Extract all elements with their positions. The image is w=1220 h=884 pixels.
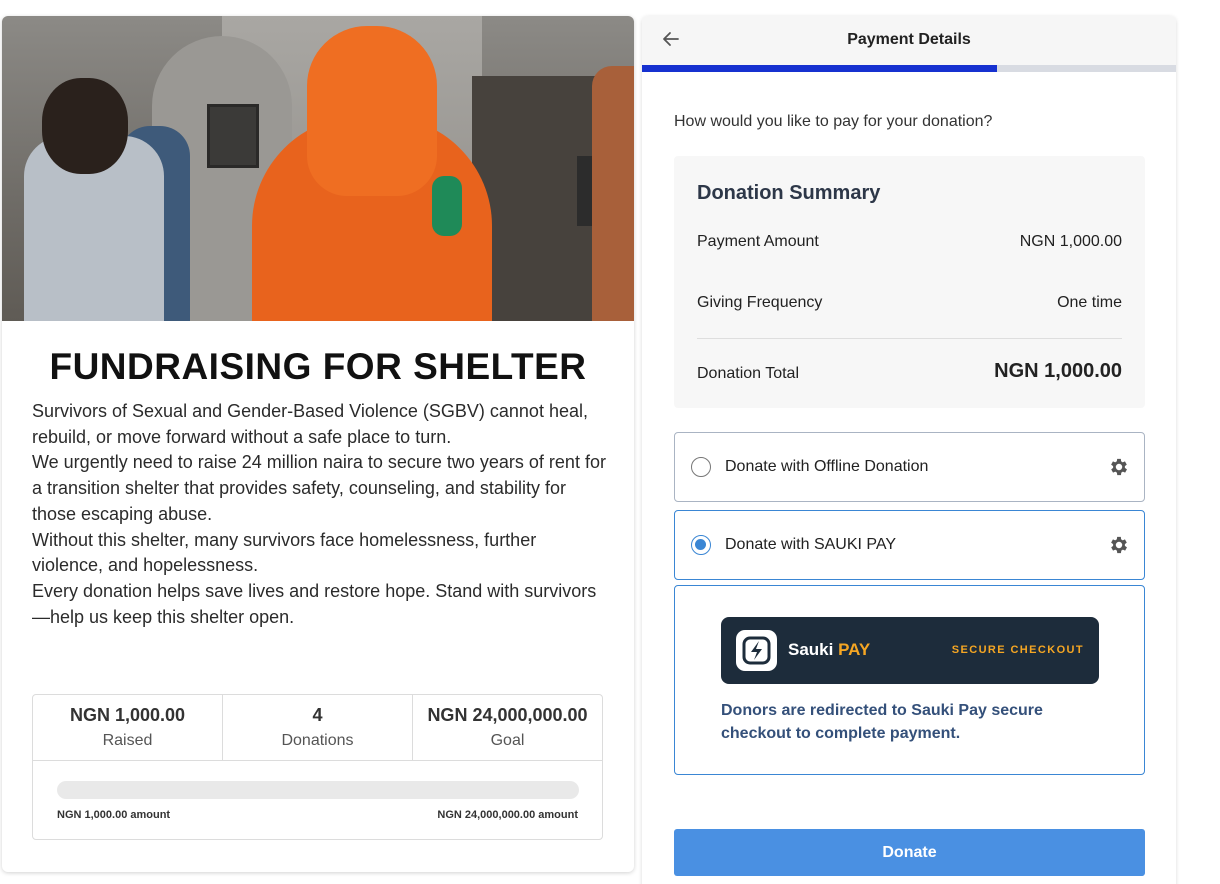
sauki-option-label: Donate with SAUKI PAY (725, 536, 897, 553)
donate-button[interactable]: Donate (674, 829, 1145, 876)
payment-option-offline[interactable]: Donate with Offline Donation (674, 432, 1145, 502)
campaign-title: FUNDRAISING FOR SHELTER (49, 346, 587, 387)
progress-max-label: NGN 24,000,000.00 amount (437, 809, 578, 821)
campaign-card: FUNDRAISING FOR SHELTER Survivors of Sex… (2, 16, 634, 872)
payment-option-sauki[interactable]: Donate with SAUKI PAY (674, 510, 1145, 580)
summary-divider (697, 338, 1122, 339)
stat-donations-label: Donations (281, 732, 354, 749)
sauki-brand: Sauki PAY (788, 640, 871, 659)
step-progress-bar (642, 65, 1176, 72)
stat-donations-value: 4 (312, 705, 323, 725)
gear-icon (1108, 456, 1130, 478)
sauki-radio[interactable] (691, 535, 711, 555)
sauki-pay-panel: Sauki PAY SECURE CHECKOUT Donors are red… (674, 585, 1145, 775)
story-paragraph: Without this shelter, many survivors fac… (32, 529, 537, 576)
sauki-redirect-note: Donors are redirected to Sauki Pay secur… (721, 702, 1043, 742)
stat-raised-label: Raised (102, 732, 153, 749)
story-paragraph: We urgently need to raise 24 million nai… (32, 452, 606, 524)
payment-header: Payment Details (642, 16, 1176, 65)
gear-icon (1108, 534, 1130, 556)
stat-goal: NGN 24,000,000.00 Goal (413, 695, 602, 760)
story-paragraph: Survivors of Sexual and Gender-Based Vio… (32, 401, 588, 447)
payment-header-title: Payment Details (847, 31, 971, 48)
payment-amount-value: NGN 1,000.00 (1019, 233, 1122, 250)
sauki-pay-banner: Sauki PAY SECURE CHECKOUT (721, 617, 1099, 684)
sauki-logo-icon (736, 630, 777, 671)
giving-frequency-label: Giving Frequency (697, 294, 823, 311)
stat-goal-value: NGN 24,000,000.00 (427, 705, 588, 725)
summary-title: Donation Summary (697, 182, 881, 204)
offline-radio[interactable] (691, 457, 711, 477)
campaign-story: Survivors of Sexual and Gender-Based Vio… (32, 399, 607, 630)
payment-amount-label: Payment Amount (697, 233, 819, 250)
payment-panel: Payment Details How would you like to pa… (642, 16, 1176, 884)
progress-min-label: NGN 1,000.00 amount (57, 809, 171, 821)
stat-raised-value: NGN 1,000.00 (69, 705, 186, 725)
step-progress-fill (642, 65, 998, 72)
stat-donations: 4 Donations (223, 695, 413, 760)
story-paragraph: Every donation helps save lives and rest… (32, 580, 597, 627)
payment-question: How would you like to pay for your donat… (674, 113, 993, 130)
donation-summary: Donation Summary Payment Amount NGN 1,00… (674, 156, 1145, 408)
secure-checkout-label: SECURE CHECKOUT (951, 644, 1084, 656)
campaign-hero-image (2, 16, 634, 321)
fundraising-progress-bar (57, 781, 579, 799)
giving-frequency-value: One time (1057, 294, 1122, 311)
campaign-stats: NGN 1,000.00 Raised 4 Donations NGN 24,0… (32, 694, 603, 840)
donation-total-value: NGN 1,000.00 (994, 360, 1122, 382)
stat-raised: NGN 1,000.00 Raised (33, 695, 223, 760)
offline-option-label: Donate with Offline Donation (725, 458, 929, 475)
donation-total-label: Donation Total (697, 365, 799, 382)
stat-goal-label: Goal (490, 732, 525, 749)
